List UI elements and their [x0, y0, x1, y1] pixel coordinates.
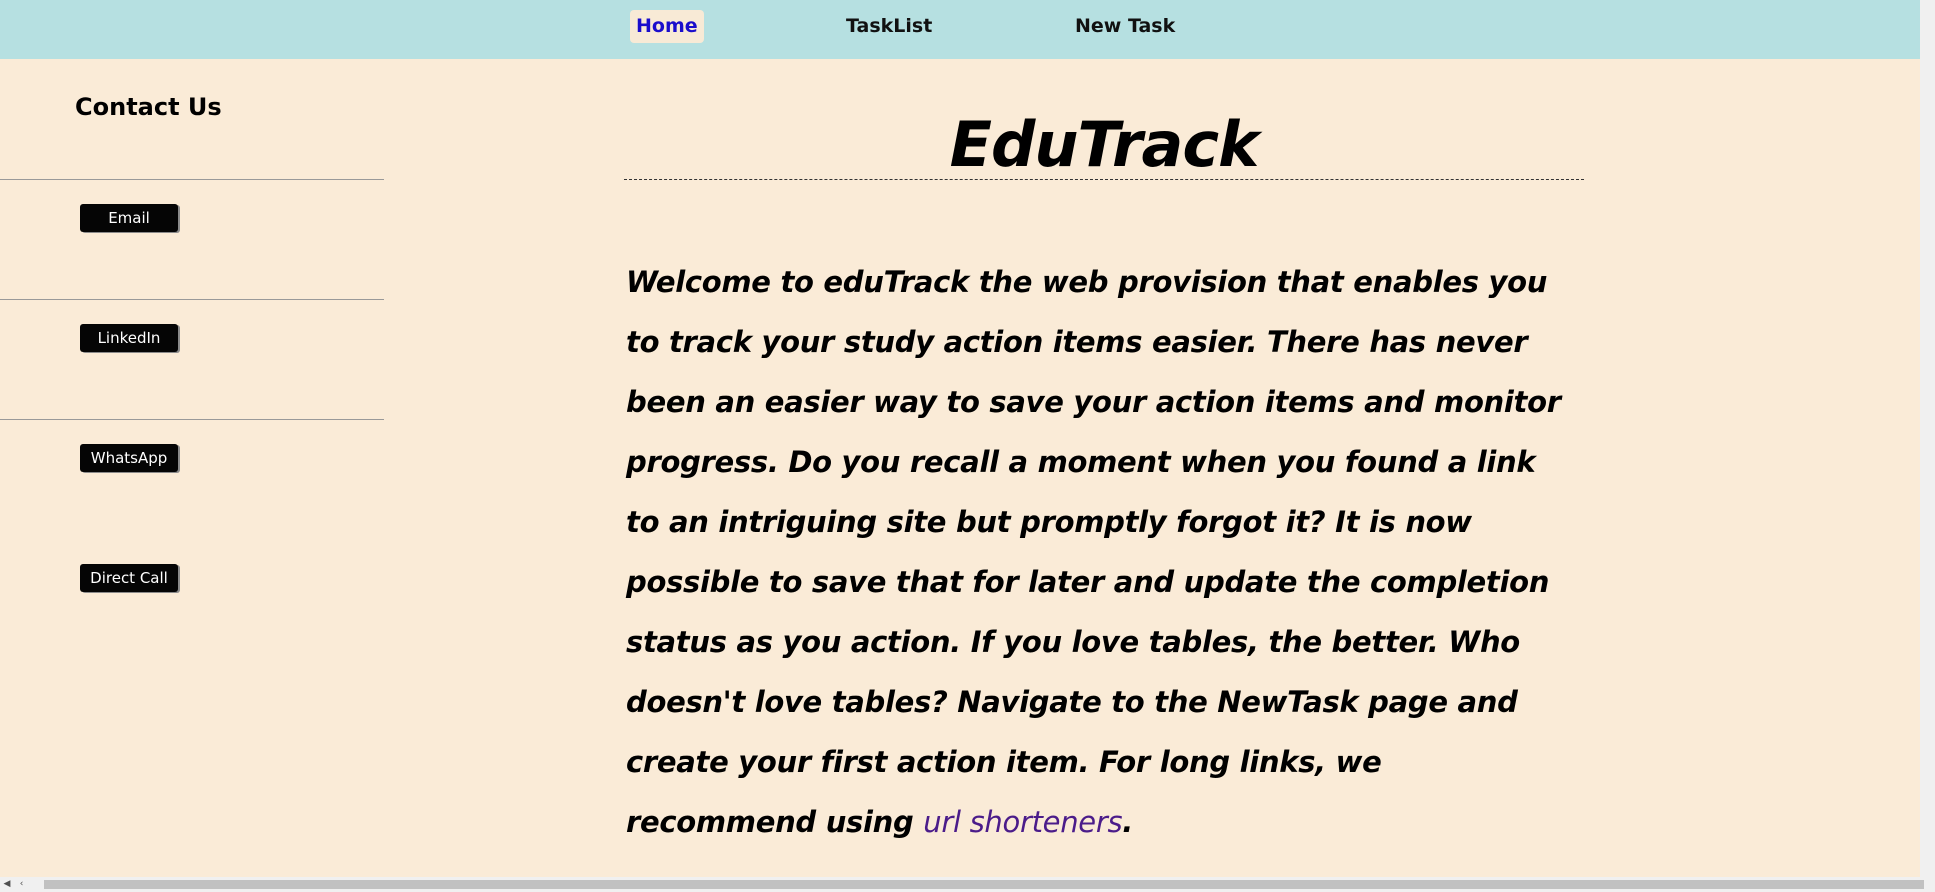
- page-title: EduTrack: [624, 111, 1584, 180]
- horizontal-scrollbar[interactable]: ◀ ‹: [0, 877, 1935, 892]
- welcome-text: Welcome to eduTrack the web provision th…: [626, 265, 1561, 839]
- direct-call-button[interactable]: Direct Call: [80, 564, 178, 592]
- contact-row-whatsapp: WhatsApp: [0, 299, 384, 472]
- nav-new-task-link[interactable]: New Task: [1069, 10, 1181, 43]
- welcome-trailing: .: [1122, 805, 1133, 839]
- page: Home TaskList New Task Contact Us Email …: [0, 0, 1920, 892]
- chevron-left-icon[interactable]: ‹: [14, 877, 29, 892]
- top-nav: Home TaskList New Task: [0, 0, 1920, 59]
- nav-tasklist-link[interactable]: TaskList: [840, 10, 938, 43]
- scroll-thumb[interactable]: [44, 880, 1924, 889]
- nav-home-link[interactable]: Home: [630, 10, 704, 43]
- page-title-text: EduTrack: [949, 108, 1260, 181]
- url-shorteners-link[interactable]: url shorteners: [923, 805, 1122, 839]
- welcome-paragraph: Welcome to eduTrack the web provision th…: [626, 252, 1576, 852]
- contact-row-linkedin: LinkedIn: [0, 179, 384, 352]
- contact-row-direct-call: Direct Call: [0, 419, 384, 592]
- vertical-scrollbar[interactable]: [1920, 0, 1935, 877]
- contact-row-email: Email: [0, 59, 384, 232]
- scroll-left-icon[interactable]: ◀: [0, 877, 14, 892]
